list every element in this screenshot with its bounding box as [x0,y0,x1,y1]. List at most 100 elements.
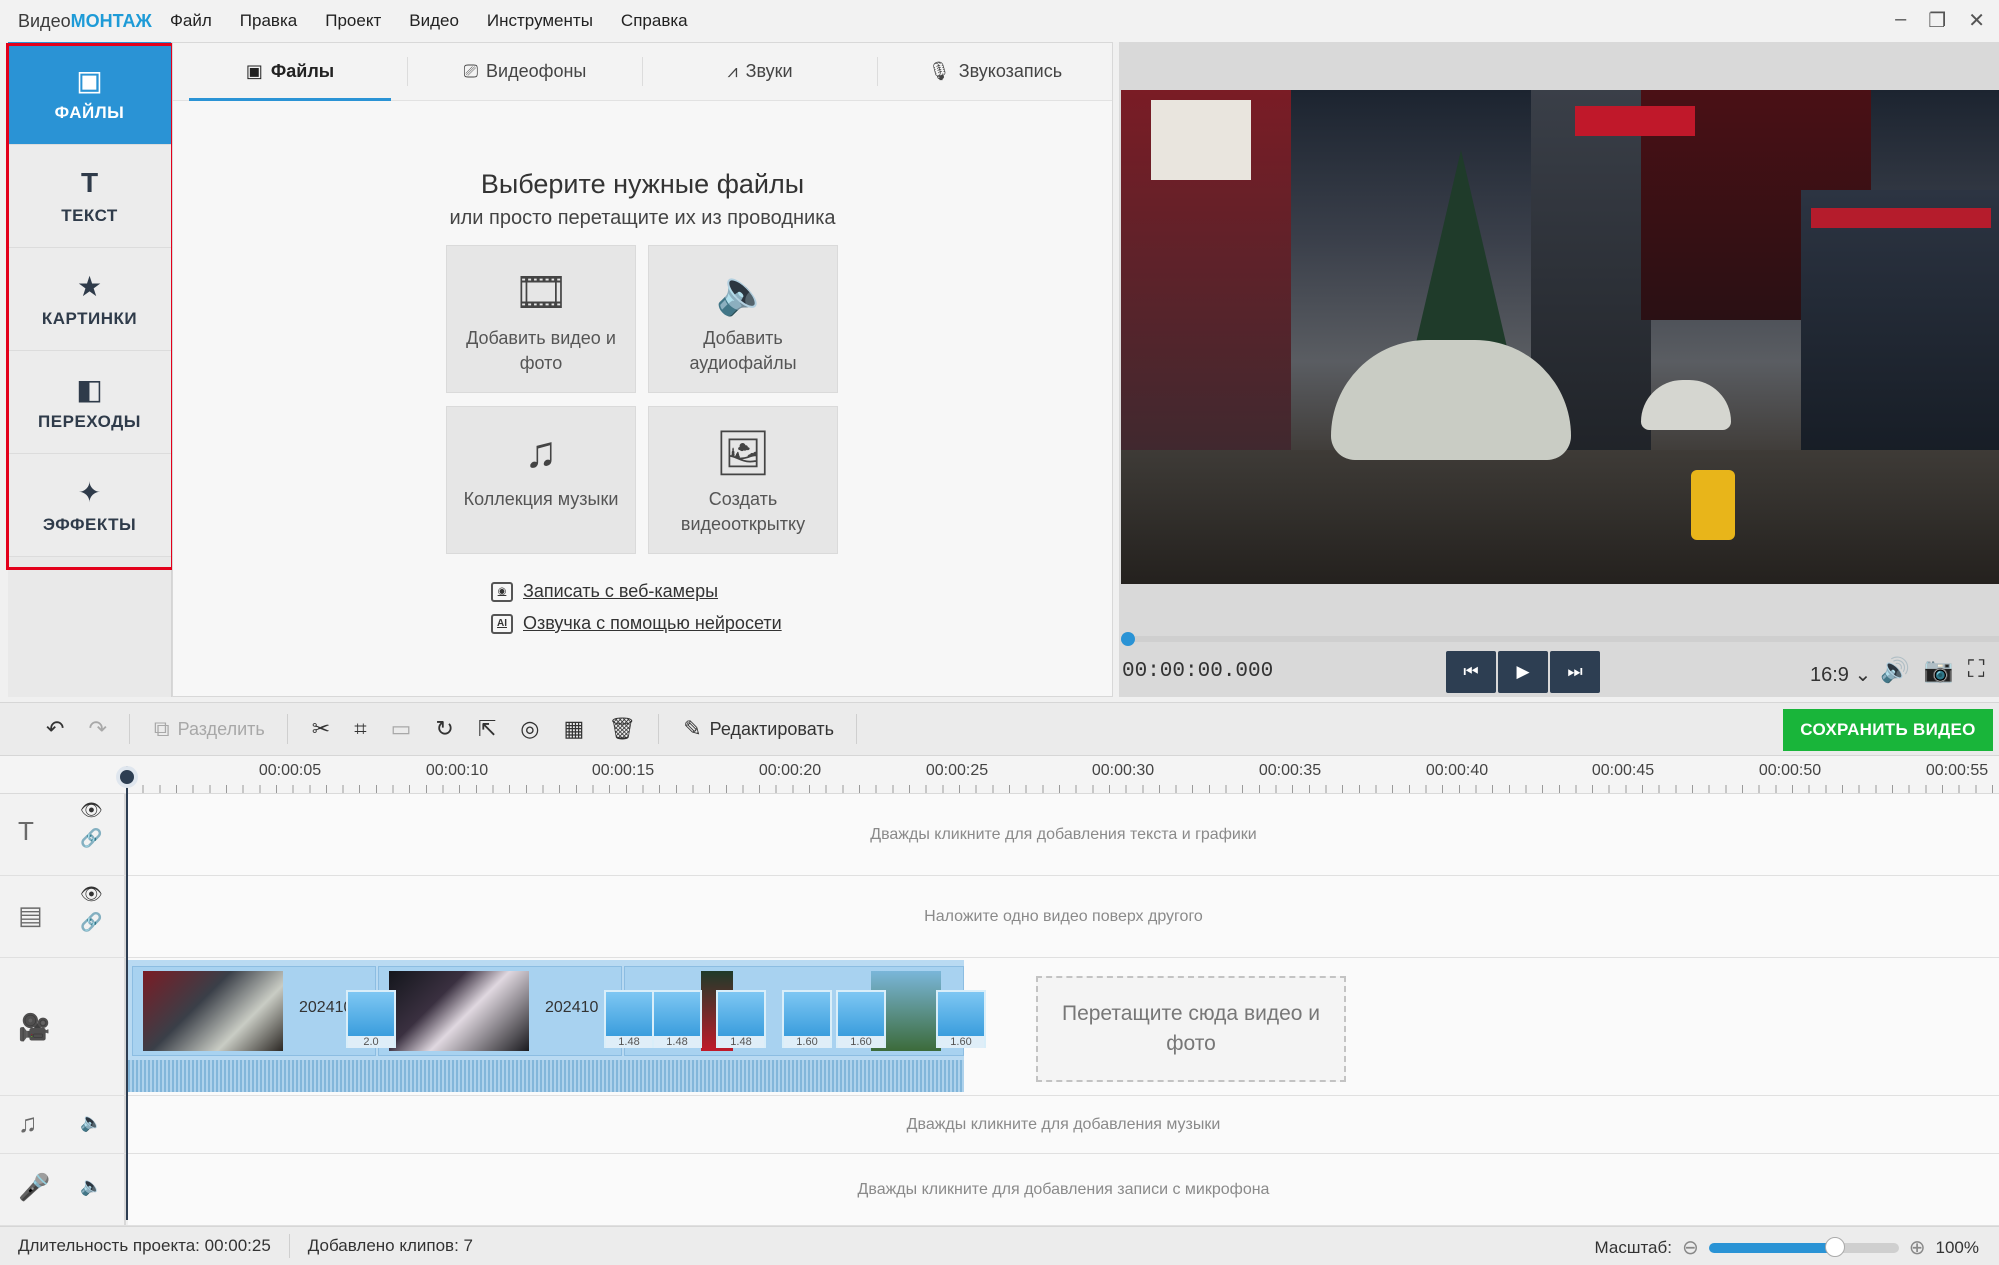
tab-voice-recording[interactable]: 🎙 Звукозапись [878,43,1112,100]
menu-tools[interactable]: Инструменты [487,11,593,31]
resize-icon[interactable]: ⇱ [478,716,496,742]
redo-icon[interactable]: ↷ [88,716,106,742]
play-icon[interactable]: ▶ [1498,651,1548,693]
track-header: 🎤 🔈 [0,1154,126,1225]
undo-icon[interactable]: ↶ [46,716,64,742]
tab-files[interactable]: ▣ Файлы [173,43,407,101]
tile-label: Создать видеооткрытку [680,489,806,534]
window-controls: – ❐ ✕ [1895,8,1985,33]
tab-sounds[interactable]: ⩘ Звуки [643,43,877,100]
ruler-tick: 00:00:25 [925,762,989,779]
sidebar-item-transitions[interactable]: ◧ ПЕРЕХОДЫ [8,351,171,454]
save-video-button[interactable]: СОХРАНИТЬ ВИДЕО [1783,709,1993,751]
rotate-icon[interactable]: ↻ [435,716,453,742]
tile-label: Добавить видео и фото [466,328,616,373]
volume-icon[interactable]: 🔊 [1880,656,1910,685]
restore-icon[interactable]: ❐ [1928,8,1946,33]
transition-block[interactable]: 1.48 [604,990,654,1048]
sidebar-item-effects[interactable]: ✦ ЭФФЕКТЫ [8,454,171,557]
transition-duration: 1.48 [718,1036,764,1048]
menu-project[interactable]: Проект [325,11,381,31]
track-header: ▤ 👁 🔗 [0,876,126,957]
transition-block[interactable]: 2.0 [346,990,396,1048]
frame-icon[interactable]: ▭ [391,716,412,742]
video-editor-window: ВидеоМОНТАЖ Файл Правка Проект Видео Инс… [0,0,1999,1265]
transition-block[interactable]: 1.48 [652,990,702,1048]
add-video-photo-button[interactable]: 🎞 Добавить видео и фото [446,245,636,393]
skip-forward-icon[interactable]: ⏭ [1550,651,1600,693]
skip-back-icon[interactable]: ⏮ [1446,651,1496,693]
zoom-out-icon[interactable]: ⊖ [1682,1235,1699,1260]
timeline-playhead[interactable] [126,766,128,1220]
minimize-icon[interactable]: – [1895,8,1906,33]
crop-icon[interactable]: ⌗ [354,716,366,742]
zoom-in-icon[interactable]: ⊕ [1909,1235,1926,1260]
text-track-body[interactable]: Дважды кликните для добавления текста и … [128,794,1999,875]
scissors-icon[interactable]: ✂ [312,716,330,742]
video-clip[interactable]: 202410 [378,966,622,1056]
add-audio-button[interactable]: 🔈 Добавить аудиофайлы [648,245,838,393]
create-postcard-button[interactable]: 🖼 Создать видеооткрытку [648,406,838,554]
eye-icon[interactable]: 👁 [80,884,103,905]
sidebar-item-text[interactable]: T ТЕКСТ [8,145,171,248]
scene-umbrella [1641,380,1731,430]
menu-file[interactable]: Файл [170,11,212,31]
music-track-body[interactable]: Дважды кликните для добавления музыки [128,1096,1999,1153]
preview-progress-bar[interactable] [1121,636,1999,642]
fullscreen-icon[interactable]: ⛶ [1968,656,1985,685]
eye-icon[interactable]: 👁 [80,800,103,821]
link-icon[interactable]: 🔗 [80,828,102,849]
transition-block[interactable]: 1.60 [782,990,832,1048]
text-track: T 👁 🔗 Дважды кликните для добавления тек… [0,794,1999,876]
playhead-handle[interactable] [116,766,138,788]
clip-thumbnail [143,971,283,1051]
stabilize-icon[interactable]: ◎ [520,716,539,742]
clips-count: Добавлено клипов: 7 [290,1236,491,1256]
video-preview[interactable] [1121,90,1999,584]
menu-help[interactable]: Справка [621,11,688,31]
music-collection-button[interactable]: ♫ Коллекция музыки [446,406,636,554]
clips-label: Добавлено клипов: [307,1236,459,1255]
tab-video-backgrounds[interactable]: ⎚ Видеофоны [408,43,642,100]
trash-icon[interactable]: 🗑 [608,716,636,742]
transition-block[interactable]: 1.60 [836,990,886,1048]
ai-voiceover-link[interactable]: AI Озвучка с помощью нейросети [491,613,782,634]
transitions-icon: ◧ [76,373,103,405]
toolbar-divider [286,714,288,744]
logo-text-1: Видео [18,10,71,31]
sidebar-item-label: ПЕРЕХОДЫ [38,412,141,431]
microphone-track: 🎤 🔈 Дважды кликните для добавления запис… [0,1154,1999,1226]
record-webcam-link[interactable]: ◉ Записать с веб-камеры [491,581,718,602]
aspect-ratio-select[interactable]: 16:9 ⌄ [1810,662,1871,687]
speaker-icon[interactable]: 🔈 [80,1112,102,1133]
link-label: Записать с веб-камеры [523,581,719,601]
edit-button[interactable]: ✎ Редактировать [683,716,834,742]
link-icon[interactable]: 🔗 [80,912,102,933]
picture-frame-icon: 🖼 [715,429,771,478]
zoom-slider-handle[interactable] [1824,1236,1845,1257]
overlay-track-body[interactable]: Наложите одно видео поверх другого [128,876,1999,957]
scale-value: 100% [1935,1237,1979,1257]
sidebar-item-pictures[interactable]: ★ КАРТИНКИ [8,248,171,351]
drop-zone[interactable]: Перетащите сюда видео и фото [1036,976,1346,1082]
menu-video[interactable]: Видео [409,11,459,31]
transition-block[interactable]: 1.48 [716,990,766,1048]
video-camera-icon: 🎥 [18,1012,51,1042]
sidebar-item-files[interactable]: ▣ ФАЙЛЫ [8,42,171,145]
clip-effects-icon[interactable]: ▦ [563,716,584,742]
transition-block[interactable]: 1.60 [936,990,986,1048]
zoom-slider[interactable] [1708,1236,1899,1257]
track-header: 🎥 [0,958,126,1095]
timeline-ruler[interactable]: 00:00:05 00:00:10 00:00:15 00:00:20 00:0… [0,756,1999,794]
menu-edit[interactable]: Правка [240,11,297,31]
preview-progress-knob[interactable] [1121,632,1135,646]
camera-icon[interactable]: 📷 [1924,656,1954,685]
app-logo: ВидеоМОНТАЖ [18,11,170,32]
microphone-track-body[interactable]: Дважды кликните для добавления записи с … [128,1154,1999,1225]
video-clip[interactable]: 202410 [132,966,376,1056]
transition-duration: 1.48 [606,1036,652,1048]
close-icon[interactable]: ✕ [1968,8,1985,33]
sidebar-item-label: КАРТИНКИ [41,309,138,328]
split-button[interactable]: ⧉ Разделить [154,716,265,742]
speaker-icon[interactable]: 🔈 [80,1176,102,1197]
